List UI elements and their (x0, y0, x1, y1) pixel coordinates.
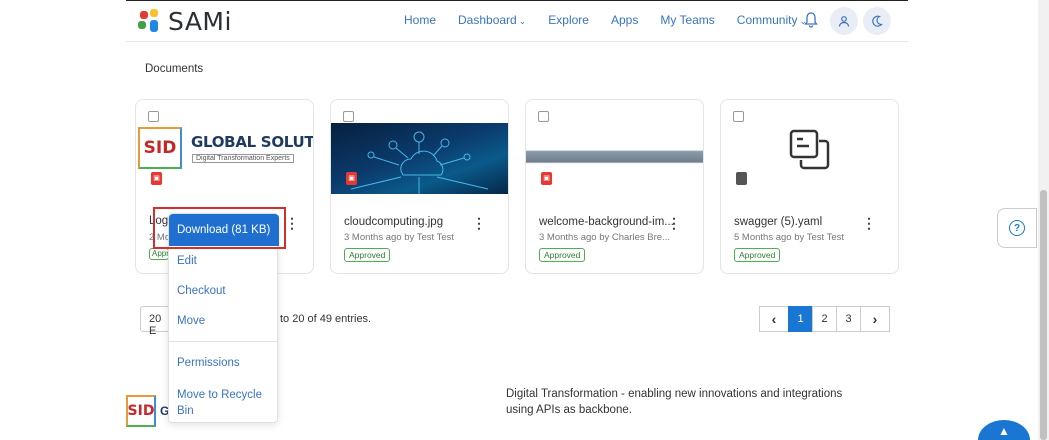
status-badge: Approved (149, 248, 169, 260)
app-name: SAMi (168, 7, 232, 36)
file-actions-menu: Download (81 KB) Edit Checkout Move Perm… (168, 213, 279, 423)
file-name[interactable]: welcome-background-im... (539, 216, 674, 228)
card-checkbox[interactable] (148, 111, 159, 122)
menu-item-permissions[interactable]: Permissions (177, 357, 240, 369)
sid-logo-mark: SID (143, 138, 177, 158)
menu-item-recycle-bin[interactable]: Move to Recycle Bin (177, 387, 273, 419)
card-checkbox[interactable] (538, 111, 549, 122)
logo-title: GLOBAL SOLUTIONS (191, 133, 313, 151)
file-meta: 5 Months ago by Test Test (734, 232, 845, 243)
nav-apps[interactable]: Apps (611, 13, 638, 27)
prev-page-button[interactable]: ‹ (759, 306, 789, 332)
card-thumbnail[interactable]: SID GLOBAL SOLUTIONS Digital Transformat… (136, 123, 313, 194)
file-meta: 2 Mo (149, 232, 171, 243)
chevron-down-icon: ⌄ (518, 16, 527, 26)
section-title: Documents (145, 63, 204, 75)
card-checkbox[interactable] (733, 111, 744, 122)
main-nav: Home Dashboard ⌄ Explore Apps My Teams Co… (404, 13, 829, 27)
file-meta: 3 Months ago by Test Test (344, 232, 455, 243)
more-options-icon[interactable]: ⋮ (862, 216, 876, 230)
image-file-icon: ▣ (541, 172, 552, 185)
document-placeholder-icon (789, 129, 830, 170)
card-thumbnail[interactable] (526, 123, 703, 194)
image-file-icon: ▣ (151, 172, 162, 185)
nav-community[interactable]: Community ⌄ (737, 13, 807, 27)
page-size-select[interactable]: 20 E (140, 306, 170, 337)
document-card[interactable]: swagger (5).yaml 5 Months ago by Test Te… (720, 99, 899, 274)
more-options-icon[interactable]: ⋮ (667, 216, 681, 230)
status-badge: Approved (734, 248, 781, 262)
user-icon[interactable] (830, 7, 858, 35)
menu-item-move[interactable]: Move (177, 315, 205, 327)
logo-subtitle: Digital Transformation Experts (192, 154, 294, 163)
footer-tagline: Digital Transformation - enabling new in… (506, 388, 843, 416)
nav-dashboard[interactable]: Dashboard ⌄ (458, 13, 526, 27)
nav-my-teams[interactable]: My Teams (660, 13, 714, 27)
page: SAMi Home Dashboard ⌄ Explore Apps My Tea… (0, 0, 1049, 440)
help-button[interactable]: ? (997, 208, 1037, 248)
file-icon (736, 172, 747, 185)
more-options-icon[interactable]: ⋮ (285, 216, 299, 230)
menu-item-checkout[interactable]: Checkout (177, 285, 226, 297)
help-icon: ? (1009, 220, 1025, 236)
page-button-2[interactable]: 2 (812, 306, 837, 332)
card-checkbox[interactable] (343, 111, 354, 122)
file-name[interactable]: swagger (5).yaml (734, 216, 822, 228)
logo-mark-icon (138, 8, 160, 35)
card-thumbnail[interactable] (721, 123, 898, 194)
card-thumbnail[interactable] (331, 123, 508, 194)
image-file-icon: ▣ (346, 172, 357, 185)
scroll-top-button[interactable]: ▲ (978, 420, 1030, 440)
entries-info: to 20 of 49 entries. (280, 313, 372, 325)
scrollbar-thumb[interactable] (1040, 190, 1047, 440)
document-card[interactable]: ▣ cloudcomputing.jpg 3 Months ago by Tes… (330, 99, 509, 274)
bell-icon[interactable] (804, 12, 818, 32)
document-card[interactable]: ▣ welcome-background-im... 3 Months ago … (525, 99, 704, 274)
page-button-1[interactable]: 1 (788, 306, 813, 332)
nav-explore[interactable]: Explore (548, 13, 589, 27)
status-badge: Approved (344, 248, 391, 262)
file-meta: 3 Months ago by Charles Bre... (539, 232, 670, 243)
page-button-3[interactable]: 3 (836, 306, 861, 332)
pagination: ‹ 1 2 3 › (759, 306, 890, 332)
more-options-icon[interactable]: ⋮ (472, 216, 486, 230)
moon-icon[interactable] (863, 7, 891, 35)
menu-divider (169, 341, 277, 342)
file-name[interactable]: cloudcomputing.jpg (344, 216, 443, 228)
footer-logo: SID (126, 395, 156, 427)
menu-item-edit[interactable]: Edit (177, 255, 197, 267)
next-page-button[interactable]: › (860, 306, 890, 332)
top-header: SAMi Home Dashboard ⌄ Explore Apps My Tea… (126, 0, 908, 42)
nav-home[interactable]: Home (404, 13, 436, 27)
app-logo[interactable]: SAMi (138, 7, 232, 36)
download-button[interactable]: Download (81 KB) (169, 214, 279, 246)
status-badge: Approved (539, 248, 586, 262)
arrow-up-icon: ▲ (998, 424, 1010, 438)
